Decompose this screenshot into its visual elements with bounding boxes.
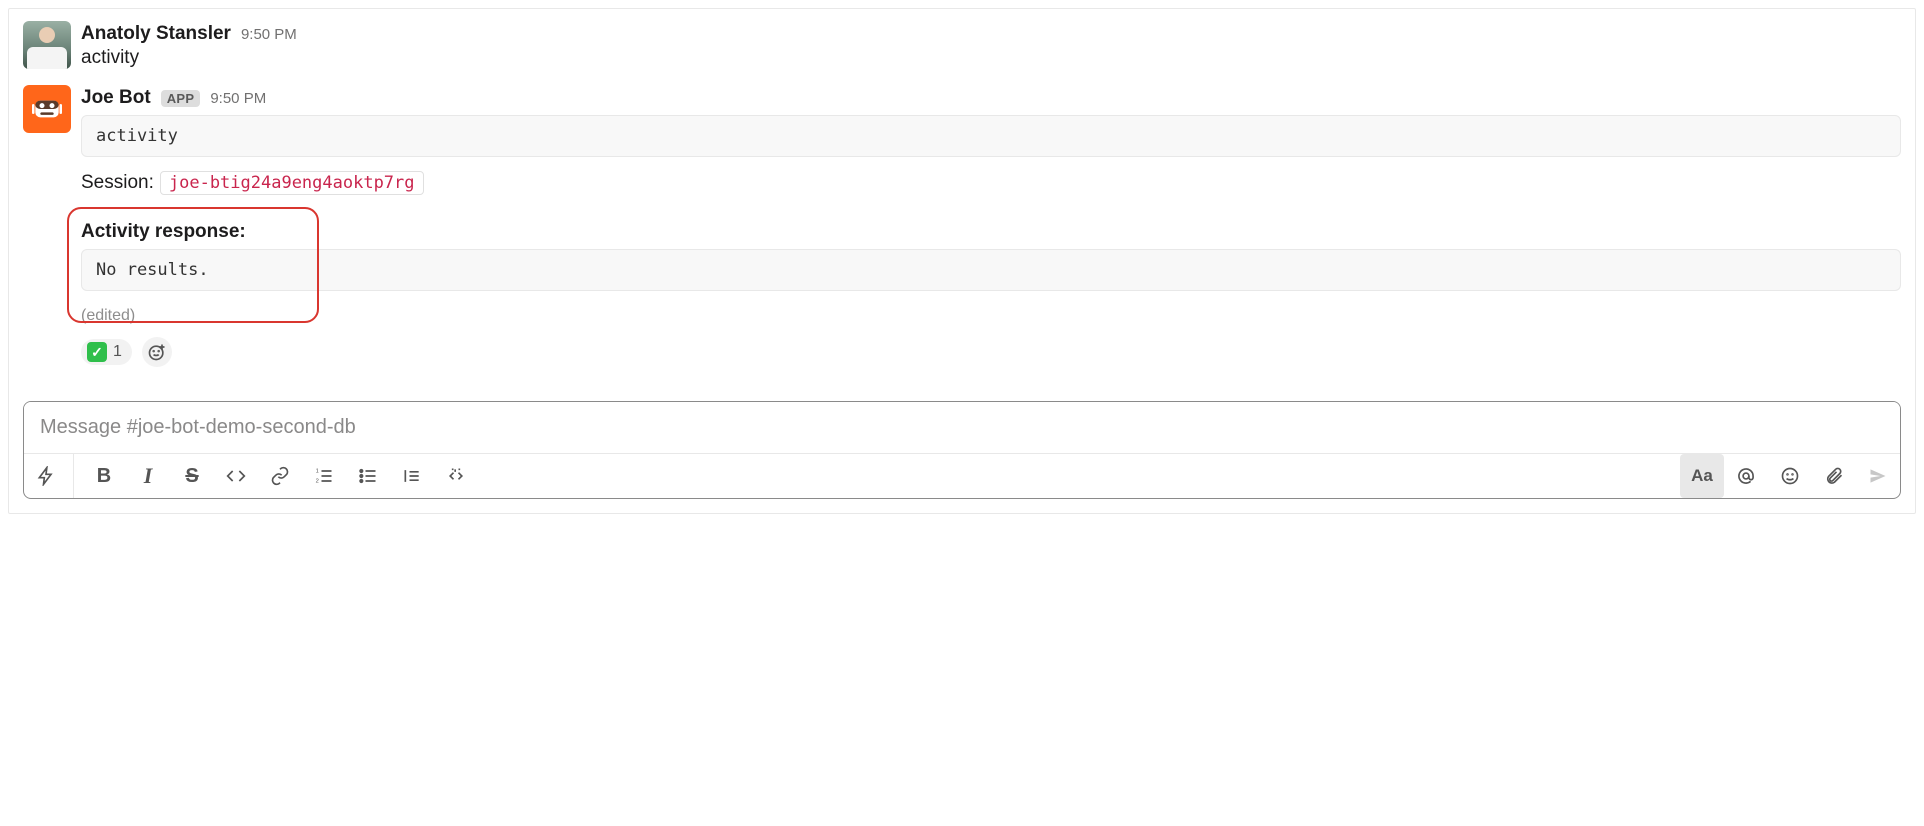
- smile-icon: [1780, 466, 1800, 486]
- strikethrough-icon: S: [185, 465, 198, 488]
- link-button[interactable]: [258, 454, 302, 498]
- checkmark-emoji-icon: ✓: [87, 342, 107, 362]
- reaction-checkmark[interactable]: ✓ 1: [81, 339, 132, 365]
- bold-button[interactable]: B: [82, 454, 126, 498]
- ordered-list-button[interactable]: 12: [302, 454, 346, 498]
- shortcuts-button[interactable]: [24, 454, 74, 498]
- edited-label: (edited): [81, 307, 1901, 325]
- message-header: Joe Bot APP 9:50 PM: [81, 87, 1901, 109]
- message-header: Anatoly Stansler 9:50 PM: [81, 23, 1901, 45]
- reactions-bar: ✓ 1: [81, 337, 1901, 367]
- blockquote-icon: [402, 466, 422, 486]
- sender-name[interactable]: Joe Bot: [81, 87, 151, 109]
- message-user: Anatoly Stansler 9:50 PM activity: [23, 21, 1901, 69]
- toolbar-right: Aa: [1680, 454, 1900, 498]
- message-timestamp[interactable]: 9:50 PM: [210, 90, 266, 107]
- reaction-count: 1: [113, 343, 122, 361]
- formatting-aa-icon: Aa: [1691, 466, 1713, 486]
- send-icon: [1868, 466, 1888, 486]
- message-bot: Joe Bot APP 9:50 PM activity Session: jo…: [23, 85, 1901, 367]
- avatar-bot[interactable]: [23, 85, 71, 133]
- code-button[interactable]: [214, 454, 258, 498]
- app-badge: APP: [161, 90, 201, 107]
- response-section: Activity response: No results.: [81, 221, 1901, 291]
- session-label: Session:: [81, 172, 154, 194]
- message-text: activity: [81, 47, 1901, 69]
- composer-toolbar: B I S 12: [24, 453, 1900, 498]
- formatting-toggle-button[interactable]: Aa: [1680, 454, 1724, 498]
- smile-plus-icon: [147, 342, 167, 362]
- response-header: Activity response:: [81, 221, 1901, 243]
- message-input[interactable]: [24, 402, 1900, 453]
- session-id: joe-btig24a9eng4aoktp7rg: [160, 171, 424, 195]
- emoji-button[interactable]: [1768, 454, 1812, 498]
- message-body: Joe Bot APP 9:50 PM activity Session: jo…: [81, 85, 1901, 367]
- message-composer: B I S 12: [23, 401, 1901, 499]
- italic-icon: I: [144, 463, 153, 489]
- lightning-icon: [36, 466, 56, 486]
- bullet-list-button[interactable]: [346, 454, 390, 498]
- code-block-icon: [446, 466, 466, 486]
- session-line: Session: joe-btig24a9eng4aoktp7rg: [81, 171, 1901, 195]
- code-block: activity: [81, 115, 1901, 157]
- attach-button[interactable]: [1812, 454, 1856, 498]
- add-reaction-button[interactable]: [142, 337, 172, 367]
- ordered-list-icon: 12: [314, 466, 334, 486]
- strikethrough-button[interactable]: S: [170, 454, 214, 498]
- response-body: No results.: [81, 249, 1901, 291]
- paperclip-icon: [1824, 466, 1844, 486]
- mention-button[interactable]: [1724, 454, 1768, 498]
- svg-text:1: 1: [316, 469, 319, 475]
- message-timestamp[interactable]: 9:50 PM: [241, 26, 297, 43]
- toolbar-left: B I S 12: [24, 454, 478, 498]
- italic-button[interactable]: I: [126, 454, 170, 498]
- bold-icon: B: [97, 465, 111, 488]
- avatar-user[interactable]: [23, 21, 71, 69]
- svg-text:2: 2: [316, 479, 319, 485]
- blockquote-button[interactable]: [390, 454, 434, 498]
- message-body: Anatoly Stansler 9:50 PM activity: [81, 21, 1901, 69]
- send-button[interactable]: [1856, 454, 1900, 498]
- sender-name[interactable]: Anatoly Stansler: [81, 23, 231, 45]
- bullet-list-icon: [358, 466, 378, 486]
- code-block-button[interactable]: [434, 454, 478, 498]
- at-icon: [1736, 466, 1756, 486]
- code-icon: [226, 466, 246, 486]
- link-icon: [270, 466, 290, 486]
- chat-container: Anatoly Stansler 9:50 PM activity Joe Bo…: [8, 8, 1916, 514]
